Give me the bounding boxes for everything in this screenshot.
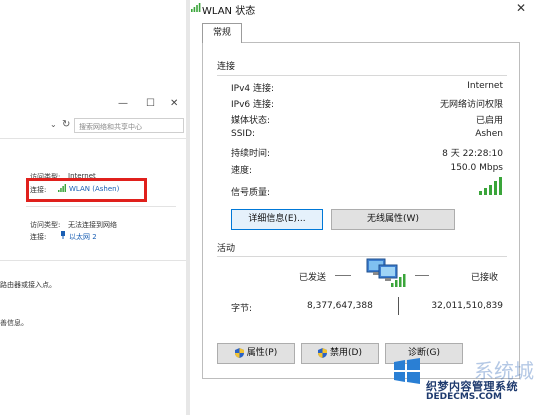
bytes-label: 字节: — [231, 304, 253, 314]
duration-label: 持续时间: — [231, 149, 271, 159]
disable-button[interactable]: 禁用(D) — [301, 343, 379, 364]
dialog-title: WLAN 状态 — [202, 6, 256, 17]
network-sharing-center-window: — ☐ ✕ ⌄ ↻ 搜索网络和共享中心 访问类型: Internet 连接: W… — [0, 92, 188, 415]
wifi-signal-icon — [191, 3, 201, 15]
highlight-box — [26, 178, 147, 202]
ipv6-value: 无网络访问权限 — [439, 100, 503, 110]
signal-quality-label: 信号质量: — [231, 188, 271, 198]
minimize-button[interactable]: — — [118, 98, 128, 109]
connection-label: 连接: — [30, 233, 47, 241]
properties-button[interactable]: 属性(P) — [217, 343, 295, 364]
tab-general[interactable]: 常规 — [202, 23, 242, 43]
search-placeholder: 搜索网络和共享中心 — [79, 123, 142, 131]
uac-shield-icon — [234, 347, 244, 358]
title-bar: — ☐ ✕ — [0, 92, 188, 114]
ethernet-icon — [60, 231, 66, 242]
properties-button-label: 属性(P) — [246, 348, 278, 358]
network-computers-icon — [365, 255, 407, 292]
setup-router-text: 路由器或接入点。 — [0, 281, 56, 289]
access-type-label: 访问类型: — [30, 221, 61, 229]
bytes-sent-value: 8,377,647,388 — [307, 301, 373, 311]
activity-divider — [398, 297, 399, 315]
section-connection-title: 连接 — [217, 62, 236, 72]
ssid-label: SSID: — [231, 129, 256, 139]
details-button[interactable]: 详细信息(E)... — [231, 209, 323, 230]
troubleshoot-text: 善信息。 — [0, 319, 28, 327]
ipv4-label: IPv4 连接: — [231, 84, 275, 94]
search-input[interactable]: 搜索网络和共享中心 — [74, 118, 184, 133]
media-state-value: 已启用 — [475, 116, 503, 126]
wireless-properties-button[interactable]: 无线属性(W) — [331, 209, 455, 230]
divider — [0, 138, 188, 139]
section-separator — [217, 75, 507, 76]
maximize-button[interactable]: ☐ — [146, 98, 155, 109]
section-separator — [217, 256, 507, 257]
disable-button-label: 禁用(D) — [330, 348, 362, 358]
speed-label: 速度: — [231, 166, 253, 176]
ipv6-label: IPv6 连接: — [231, 100, 275, 110]
wlan-status-dialog: WLAN 状态 ✕ 常规 连接 IPv4 连接: Internet IPv6 连… — [190, 0, 534, 415]
section-activity-title: 活动 — [217, 244, 236, 254]
ethernet-connection-link[interactable]: 以太网 2 — [69, 232, 97, 242]
bytes-received-value: 32,011,510,839 — [431, 301, 503, 311]
media-state-label: 媒体状态: — [231, 116, 271, 126]
close-icon[interactable]: ✕ — [516, 1, 526, 15]
received-label: 已接收 — [471, 273, 499, 283]
divider — [26, 206, 176, 207]
refresh-icon[interactable]: ↻ — [62, 119, 70, 130]
duration-value: 8 天 22:28:10 — [442, 149, 503, 159]
address-bar: ⌄ ↻ 搜索网络和共享中心 — [0, 116, 188, 136]
received-dash — [415, 275, 429, 276]
sent-dash — [335, 275, 351, 276]
general-panel: 连接 IPv4 连接: Internet IPv6 连接: 无网络访问权限 媒体… — [202, 42, 520, 379]
chevron-down-icon[interactable]: ⌄ — [50, 120, 57, 129]
speed-value: 150.0 Mbps — [450, 163, 503, 173]
ipv4-value: Internet — [467, 81, 503, 91]
access-type-value: 无法连接到网络 — [68, 221, 117, 229]
ssid-value: Ashen — [475, 129, 503, 139]
windows-logo-icon — [392, 356, 422, 389]
uac-shield-icon — [318, 347, 328, 358]
signal-strength-icon — [479, 177, 503, 198]
watermark-line2: DEDECMS.COM — [426, 392, 502, 402]
divider — [0, 260, 188, 261]
sent-label: 已发送 — [299, 273, 327, 283]
close-button[interactable]: ✕ — [170, 98, 178, 109]
